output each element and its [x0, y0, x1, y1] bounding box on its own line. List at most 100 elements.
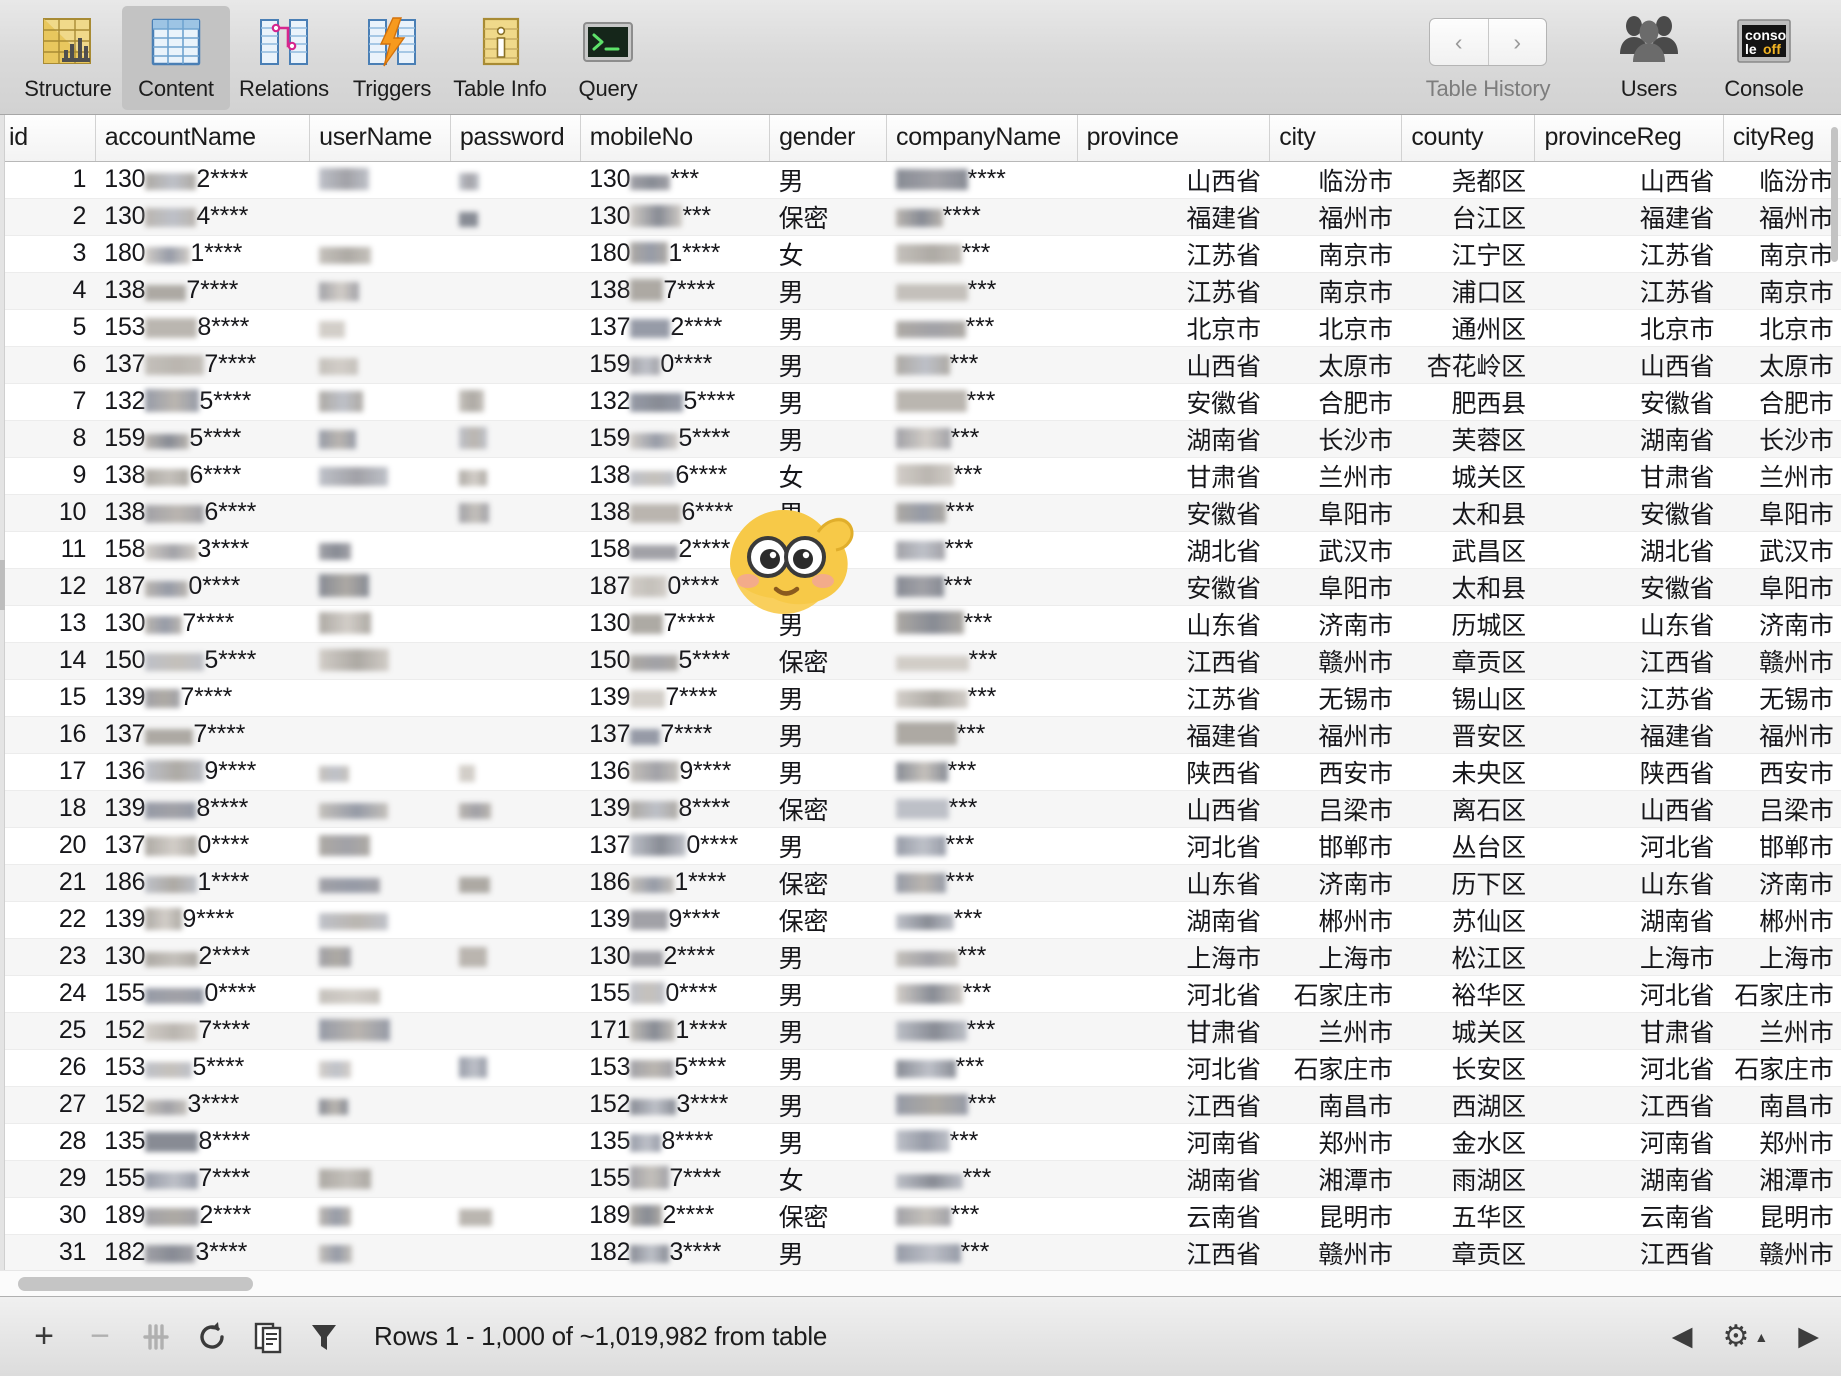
cell-accountname[interactable]: 1870**** — [95, 568, 309, 605]
cell-city[interactable]: 太原市 — [1270, 346, 1402, 383]
cell-county[interactable]: 离石区 — [1402, 790, 1535, 827]
cell-province[interactable]: 河南省 — [1077, 1123, 1270, 1160]
cell-gender[interactable]: 男 — [770, 1086, 887, 1123]
cell-password[interactable] — [450, 1234, 580, 1271]
cell-companyname[interactable]: *** — [887, 420, 1078, 457]
cell-companyname[interactable]: **** — [887, 161, 1078, 198]
cell-mobileno[interactable]: 1523**** — [580, 1086, 769, 1123]
cell-city[interactable]: 兰州市 — [1270, 1012, 1402, 1049]
cell-mobileno[interactable]: 1399**** — [580, 901, 769, 938]
cell-username[interactable] — [310, 420, 451, 457]
cell-mobileno[interactable]: 1302**** — [580, 938, 769, 975]
cell-accountname[interactable]: 1399**** — [95, 901, 309, 938]
cell-gender[interactable]: 男 — [770, 346, 887, 383]
cell-accountname[interactable]: 1595**** — [95, 420, 309, 457]
cell-accountname[interactable]: 1557**** — [95, 1160, 309, 1197]
cell-companyname[interactable]: *** — [887, 309, 1078, 346]
cell-password[interactable] — [450, 1012, 580, 1049]
cell-mobileno[interactable]: 1711**** — [580, 1012, 769, 1049]
cell-cityreg[interactable]: 上海市 — [1723, 938, 1841, 975]
cell-password[interactable] — [450, 309, 580, 346]
table-row[interactable]: 141505****1505****保密***江西省赣州市章贡区江西省赣州市 — [0, 642, 1841, 679]
toolbar-item-triggers[interactable]: Triggers — [338, 6, 446, 110]
column-header-county[interactable]: county — [1402, 115, 1535, 161]
cell-cityreg[interactable]: 福州市 — [1723, 198, 1841, 235]
cell-province[interactable]: 山东省 — [1077, 864, 1270, 901]
cell-county[interactable]: 历下区 — [1402, 864, 1535, 901]
cell-city[interactable]: 上海市 — [1270, 938, 1402, 975]
cell-cityreg[interactable]: 邯郸市 — [1723, 827, 1841, 864]
cell-provincereg[interactable]: 湖南省 — [1535, 901, 1723, 938]
cell-county[interactable]: 肥西县 — [1402, 383, 1535, 420]
cell-provincereg[interactable]: 江苏省 — [1535, 679, 1723, 716]
table-row[interactable]: 251527****1711****男***甘肃省兰州市城关区甘肃省兰州市 — [0, 1012, 1841, 1049]
cell-accountname[interactable]: 1527**** — [95, 1012, 309, 1049]
cell-province[interactable]: 河北省 — [1077, 975, 1270, 1012]
cell-username[interactable] — [310, 827, 451, 864]
cell-password[interactable] — [450, 198, 580, 235]
cell-mobileno[interactable]: 1369**** — [580, 753, 769, 790]
table-row[interactable]: 241550****1550****男***河北省石家庄市裕华区河北省石家庄市 — [0, 975, 1841, 1012]
cell-password[interactable] — [450, 457, 580, 494]
horizontal-scrollbar[interactable] — [0, 1270, 1841, 1296]
cell-id[interactable]: 27 — [0, 1086, 95, 1123]
cell-gender[interactable]: 男 — [770, 605, 887, 642]
cell-province[interactable]: 福建省 — [1077, 716, 1270, 753]
column-header-provincereg[interactable]: provinceReg — [1535, 115, 1723, 161]
cell-companyname[interactable]: *** — [887, 346, 1078, 383]
cell-id[interactable]: 7 — [0, 383, 95, 420]
cell-accountname[interactable]: 1387**** — [95, 272, 309, 309]
cell-provincereg[interactable]: 福建省 — [1535, 198, 1723, 235]
cell-id[interactable]: 16 — [0, 716, 95, 753]
cell-provincereg[interactable]: 江苏省 — [1535, 272, 1723, 309]
duplicate-row-icon[interactable] — [128, 1309, 184, 1365]
column-header-accountname[interactable]: accountName — [95, 115, 309, 161]
cell-password[interactable] — [450, 975, 580, 1012]
cell-companyname[interactable]: *** — [887, 1049, 1078, 1086]
cell-username[interactable] — [310, 753, 451, 790]
cell-username[interactable] — [310, 901, 451, 938]
cell-mobileno[interactable]: 1325**** — [580, 383, 769, 420]
cell-cityreg[interactable]: 赣州市 — [1723, 1234, 1841, 1271]
cell-provincereg[interactable]: 江西省 — [1535, 1086, 1723, 1123]
table-row[interactable]: 211861****1861****保密***山东省济南市历下区山东省济南市 — [0, 864, 1841, 901]
cell-companyname[interactable]: *** — [887, 568, 1078, 605]
edit-in-sheet-icon[interactable] — [240, 1309, 296, 1365]
cell-province[interactable]: 山西省 — [1077, 790, 1270, 827]
cell-cityreg[interactable]: 石家庄市 — [1723, 1049, 1841, 1086]
cell-companyname[interactable]: *** — [887, 1012, 1078, 1049]
cell-province[interactable]: 湖南省 — [1077, 420, 1270, 457]
cell-username[interactable] — [310, 1234, 451, 1271]
cell-county[interactable]: 章贡区 — [1402, 1234, 1535, 1271]
cell-gender[interactable]: 男 — [770, 383, 887, 420]
cell-city[interactable]: 合肥市 — [1270, 383, 1402, 420]
cell-county[interactable]: 锡山区 — [1402, 679, 1535, 716]
cell-city[interactable]: 北京市 — [1270, 309, 1402, 346]
cell-id[interactable]: 6 — [0, 346, 95, 383]
cell-mobileno[interactable]: 1358**** — [580, 1123, 769, 1160]
cell-provincereg[interactable]: 山西省 — [1535, 790, 1723, 827]
column-header-companyname[interactable]: companyName — [887, 115, 1078, 161]
cell-username[interactable] — [310, 975, 451, 1012]
cell-provincereg[interactable]: 山西省 — [1535, 161, 1723, 198]
cell-username[interactable] — [310, 309, 451, 346]
cell-id[interactable]: 15 — [0, 679, 95, 716]
cell-companyname[interactable]: *** — [887, 531, 1078, 568]
cell-password[interactable] — [450, 494, 580, 531]
cell-mobileno[interactable]: 1386**** — [580, 457, 769, 494]
cell-county[interactable]: 城关区 — [1402, 1012, 1535, 1049]
cell-cityreg[interactable]: 武汉市 — [1723, 531, 1841, 568]
table-row[interactable]: 11302****130***男****山西省临汾市尧都区山西省临汾市 — [0, 161, 1841, 198]
cell-password[interactable] — [450, 235, 580, 272]
cell-companyname[interactable]: *** — [887, 1086, 1078, 1123]
cell-provincereg[interactable]: 福建省 — [1535, 716, 1723, 753]
cell-city[interactable]: 邯郸市 — [1270, 827, 1402, 864]
cell-password[interactable] — [450, 1197, 580, 1234]
cell-city[interactable]: 西安市 — [1270, 753, 1402, 790]
cell-mobileno[interactable]: 1823**** — [580, 1234, 769, 1271]
cell-username[interactable] — [310, 235, 451, 272]
cell-gender[interactable]: 男 — [770, 494, 887, 531]
cell-cityreg[interactable]: 兰州市 — [1723, 1012, 1841, 1049]
cell-cityreg[interactable]: 郴州市 — [1723, 901, 1841, 938]
cell-password[interactable] — [450, 1123, 580, 1160]
